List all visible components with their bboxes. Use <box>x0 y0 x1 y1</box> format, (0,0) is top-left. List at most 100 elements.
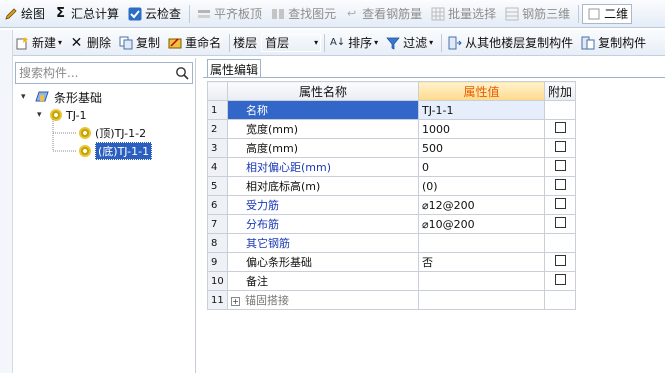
filter-button[interactable]: 过滤 ▾ <box>383 32 435 54</box>
property-name: 名称 <box>227 100 419 120</box>
expand-plus-icon[interactable]: + <box>231 297 240 306</box>
new-icon <box>14 35 29 50</box>
rename-button[interactable]: 重命名 <box>165 32 223 54</box>
copy-component-icon <box>580 35 595 50</box>
property-value[interactable]: 1000 <box>418 119 545 139</box>
property-name: 宽度(mm) <box>227 119 419 139</box>
tab-divider <box>203 77 665 78</box>
tree-connector-lines <box>52 119 77 152</box>
property-value[interactable]: 否 <box>418 252 545 272</box>
property-value[interactable]: 0 <box>418 157 545 177</box>
property-value[interactable]: 500 <box>418 138 545 158</box>
property-name: 锚固搭接 <box>245 294 289 307</box>
row-number: 8 <box>207 233 228 253</box>
find-element-button[interactable]: 查找图元 <box>267 3 339 25</box>
extra-checkbox[interactable] <box>554 179 566 190</box>
new-button[interactable]: 新建 ▾ <box>12 32 64 54</box>
property-value[interactable] <box>418 290 545 310</box>
extra-checkbox[interactable] <box>554 141 566 152</box>
rebar-3d-icon <box>504 6 519 21</box>
extra-checkbox[interactable] <box>554 217 566 228</box>
extra-checkbox[interactable] <box>554 122 566 133</box>
extra-cell <box>543 233 577 253</box>
table-row[interactable]: 3 高度(mm) 500 <box>207 138 577 158</box>
extra-checkbox[interactable] <box>554 198 566 209</box>
component-toolbar: ◀ 新建 ▾ ✕ 删除 复制 重命名 楼层 首层 ▾ A↓ 排序 ▾ 过滤 ▾ … <box>0 30 665 56</box>
toolbar-separator <box>229 33 231 52</box>
extra-cell <box>543 271 577 291</box>
column-header-extra: 附加 <box>543 81 577 101</box>
property-value[interactable]: (0) <box>418 176 545 196</box>
draw-button[interactable]: 绘图 <box>0 3 48 25</box>
sigma-icon: Σ <box>56 6 65 21</box>
property-value[interactable]: ⌀10@200 <box>418 214 545 234</box>
toolbar-separator <box>578 4 580 23</box>
copy-component-button[interactable]: 复制构件 <box>578 32 648 54</box>
search-input[interactable] <box>16 64 172 82</box>
extra-cell <box>543 290 577 310</box>
extra-checkbox[interactable] <box>554 255 566 266</box>
row-number: 5 <box>207 176 228 196</box>
sort-button[interactable]: A↓ 排序 ▾ <box>328 32 380 54</box>
table-row[interactable]: 5 相对底标高(m) (0) <box>207 176 577 196</box>
tab-property-edit[interactable]: 属性编辑 <box>207 59 261 78</box>
square-icon <box>586 6 601 21</box>
property-name: 高度(mm) <box>227 138 419 158</box>
extra-cell <box>543 195 577 215</box>
extra-checkbox[interactable] <box>554 160 566 171</box>
main-toolbar: 绘图 Σ 汇总计算 云检查 平齐板顶 查找图元 ↩ 查看钢筋量 批量选择 钢筋三… <box>0 0 665 28</box>
table-row[interactable]: 1 名称 TJ-1-1 <box>207 100 577 120</box>
extra-cell <box>543 157 577 177</box>
chevron-down-icon: ▾ <box>374 38 379 47</box>
property-name: 受力筋 <box>227 195 419 215</box>
property-value[interactable] <box>418 271 545 291</box>
chevron-down-icon: ▾ <box>314 38 319 47</box>
row-number-header <box>207 81 228 101</box>
rebar-3d-button[interactable]: 钢筋三维 <box>501 3 573 25</box>
pencil-icon <box>3 6 18 21</box>
table-row[interactable]: 11 + 锚固搭接 <box>207 290 577 310</box>
chevron-down-icon: ▾ <box>58 38 63 47</box>
copy-from-other-floor-button[interactable]: 从其他楼层复制构件 <box>445 32 575 54</box>
row-number: 3 <box>207 138 228 158</box>
table-row[interactable]: 9 偏心条形基础 否 <box>207 252 577 272</box>
view-rebar-quantity-button[interactable]: ↩ 查看钢筋量 <box>341 3 425 25</box>
table-row[interactable]: 4 相对偏心距(mm) 0 <box>207 157 577 177</box>
extra-cell <box>543 252 577 272</box>
extra-cell <box>543 214 577 234</box>
find-icon <box>270 6 285 21</box>
property-value[interactable]: TJ-1-1 <box>418 100 545 120</box>
extra-cell <box>543 138 577 158</box>
extra-checkbox[interactable] <box>554 274 566 285</box>
chevron-down-icon: ▾ <box>429 38 434 47</box>
delete-button[interactable]: ✕ 删除 <box>67 32 113 54</box>
row-number: 4 <box>207 157 228 177</box>
toolbar-separator <box>189 4 191 23</box>
filter-icon <box>385 35 400 50</box>
extra-cell <box>543 176 577 196</box>
property-value[interactable] <box>418 233 545 253</box>
table-header-row: 属性名称 属性值 附加 <box>207 81 577 101</box>
batch-select-button[interactable]: 批量选择 <box>427 3 499 25</box>
view-mode-dropdown[interactable]: 二维 <box>582 3 633 24</box>
table-row[interactable]: 2 宽度(mm) 1000 <box>207 119 577 139</box>
level-icon <box>196 6 211 21</box>
copy-button[interactable]: 复制 <box>116 32 162 54</box>
table-row[interactable]: 10 备注 <box>207 271 577 291</box>
summary-calc-button[interactable]: Σ 汇总计算 <box>50 3 122 25</box>
cloud-check-button[interactable]: 云检查 <box>124 3 184 25</box>
table-row[interactable]: 7 分布筋 ⌀10@200 <box>207 214 577 234</box>
property-name: 偏心条形基础 <box>227 252 419 272</box>
floor-select[interactable]: 首层 ▾ <box>261 33 322 52</box>
property-table: 属性名称 属性值 附加 1 名称 TJ-1-1 2 宽度(mm) 1000 3 … <box>207 81 577 310</box>
property-name: 相对底标高(m) <box>227 176 419 196</box>
level-slab-top-button[interactable]: 平齐板顶 <box>193 3 265 25</box>
table-row[interactable]: 8 其它钢筋 <box>207 233 577 253</box>
table-row[interactable]: 6 受力筋 ⌀12@200 <box>207 195 577 215</box>
row-number: 10 <box>207 271 228 291</box>
floor-label: 楼层 <box>233 36 258 50</box>
property-value[interactable]: ⌀12@200 <box>418 195 545 215</box>
search-icon[interactable] <box>172 63 192 83</box>
left-edge-strip <box>0 30 13 373</box>
property-name: 相对偏心距(mm) <box>227 157 419 177</box>
